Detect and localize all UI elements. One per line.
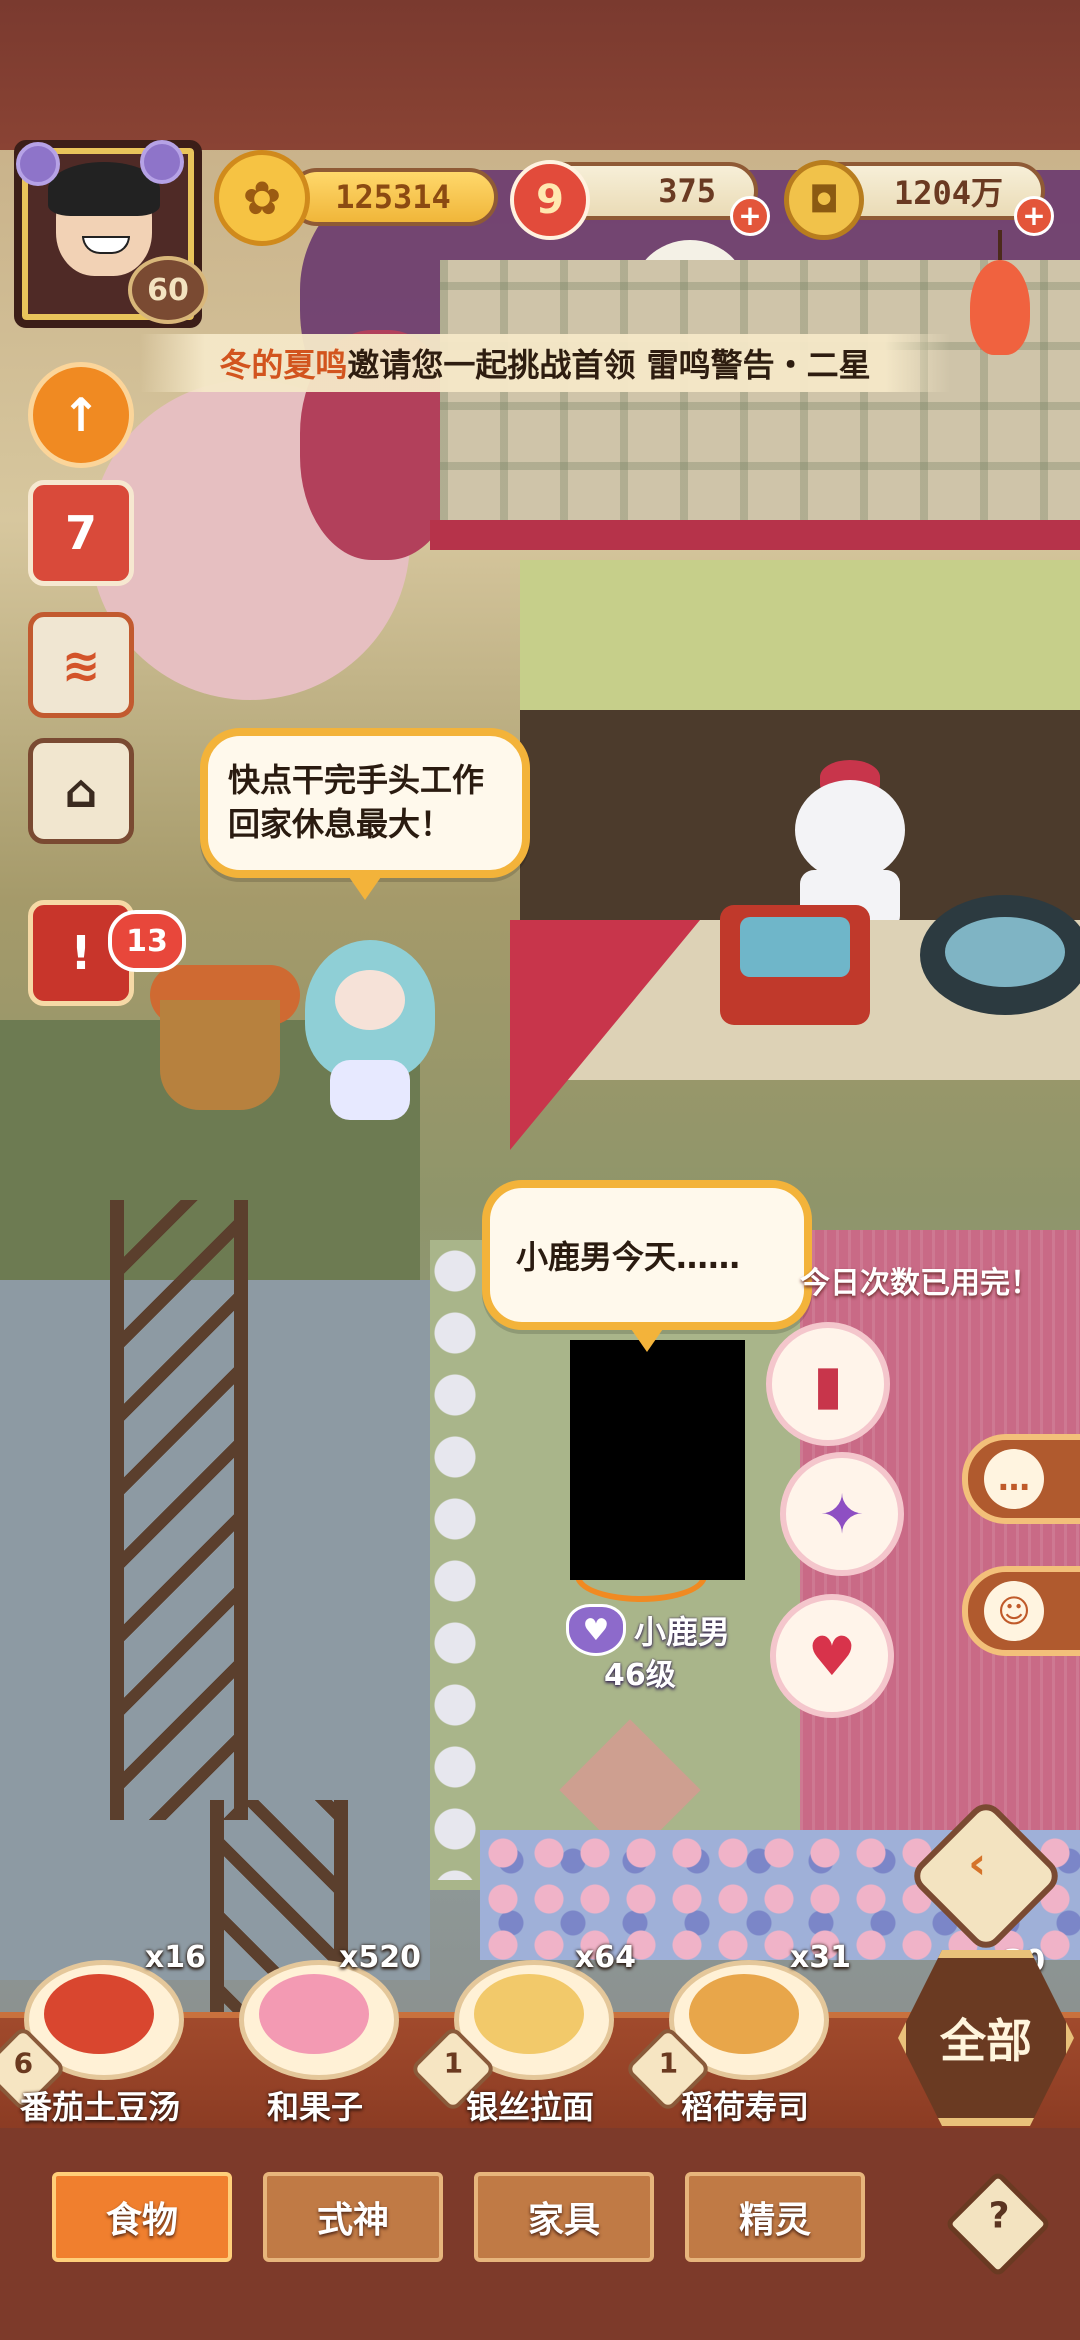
figure-icon: ☺ bbox=[984, 1581, 1044, 1641]
pan-water bbox=[945, 917, 1065, 987]
kimono-action-icon[interactable]: ✦ bbox=[780, 1452, 904, 1576]
shop-eave bbox=[430, 520, 1080, 550]
food-name: 银丝拉面 bbox=[465, 2088, 594, 2126]
tab-spirit[interactable]: 精灵 bbox=[685, 2172, 865, 2262]
flower-trellis bbox=[110, 1200, 248, 1820]
card-action-icon[interactable]: ▮ bbox=[766, 1322, 890, 1446]
food-name: 和果子 bbox=[266, 2088, 363, 2126]
player-level-badge: 60 bbox=[128, 256, 208, 324]
notification-count-badge: 13 bbox=[108, 910, 186, 972]
upgrade-arrow-icon[interactable]: ↑ bbox=[28, 362, 134, 468]
tab-food[interactable]: 食物 bbox=[52, 2172, 232, 2262]
question-icon: ? bbox=[988, 2195, 1010, 2237]
food-item-wagashi[interactable]: x520 和果子 bbox=[215, 1940, 421, 2140]
koi-banner-icon[interactable]: ≋ bbox=[28, 612, 134, 718]
dish-icon bbox=[474, 1974, 584, 2054]
dish-icon bbox=[689, 1974, 799, 2054]
tab-shikigami[interactable]: 式神 bbox=[263, 2172, 443, 2262]
banner-player-name: 冬的夏鸣 bbox=[219, 346, 348, 384]
npc-body bbox=[330, 1060, 410, 1120]
flower-border bbox=[420, 1240, 490, 1880]
chat-button[interactable]: … bbox=[962, 1434, 1080, 1524]
npc-speech-bubble: 快点干完手头工作回家休息最大！ bbox=[200, 728, 530, 900]
flower-icon bbox=[140, 140, 184, 184]
invite-banner[interactable]: 冬的夏鸣 邀请您一起挑战首领 雷鸣警告・二星 bbox=[140, 334, 950, 392]
chevron-left-icon: ‹ bbox=[968, 1838, 987, 1890]
jade-icon: 9 bbox=[510, 160, 590, 240]
food-item-inari-sushi[interactable]: x31 1 稻荷寿司 bbox=[624, 1940, 851, 2140]
gold-talisman-counter[interactable]: 125314 bbox=[288, 168, 498, 226]
flower-icon bbox=[16, 142, 60, 186]
food-item-tomato-soup[interactable]: x16 6 番茄土豆汤 bbox=[0, 1940, 206, 2140]
chrysanthemum-icon: ✿ bbox=[214, 150, 310, 246]
character-button[interactable]: ☺ bbox=[962, 1566, 1080, 1656]
food-count: x64 bbox=[574, 1940, 636, 1975]
house-icon[interactable]: ⌂ bbox=[28, 738, 134, 844]
koi-fish-ornament bbox=[960, 230, 1040, 360]
add-coins-plus-icon[interactable]: + bbox=[1014, 196, 1054, 236]
scene-top-band bbox=[0, 0, 1080, 150]
daily-limit-text: 今日次数已用完！ bbox=[800, 1266, 1040, 1301]
dish-icon bbox=[44, 1974, 154, 2054]
chat-bubble-icon: … bbox=[984, 1449, 1044, 1509]
noren-curtain bbox=[520, 560, 1080, 716]
heart-action-icon[interactable]: ♥ bbox=[770, 1594, 894, 1718]
food-count: x16 bbox=[144, 1940, 206, 1975]
dish-icon bbox=[259, 1974, 369, 2054]
calendar-icon[interactable]: 7 bbox=[28, 480, 134, 586]
player-character-redacted[interactable] bbox=[570, 1340, 745, 1580]
pot-water bbox=[740, 917, 850, 977]
npc-face bbox=[335, 970, 405, 1030]
food-count: x520 bbox=[339, 1940, 421, 1975]
chef-head bbox=[795, 780, 905, 880]
add-jade-plus-icon[interactable]: + bbox=[730, 196, 770, 236]
vegetable-basket bbox=[160, 1000, 280, 1110]
ornament-string bbox=[998, 230, 1002, 260]
player-speech-bubble: 小鹿男今天…… bbox=[482, 1180, 812, 1352]
player-name: 小鹿男 bbox=[634, 1613, 731, 1651]
food-item-ramen[interactable]: x64 1 银丝拉面 bbox=[409, 1940, 636, 2140]
food-name: 稻荷寿司 bbox=[680, 2088, 809, 2126]
player-nameplate: ♥ 小鹿男 bbox=[566, 1604, 730, 1656]
fish-icon bbox=[970, 260, 1030, 355]
npc-character[interactable] bbox=[305, 920, 435, 1120]
player-level: 46级 bbox=[604, 1658, 676, 1693]
food-count: x31 bbox=[789, 1940, 851, 1975]
cooking-pot[interactable] bbox=[720, 905, 870, 1025]
coin-icon: ◘ bbox=[784, 160, 864, 240]
banner-message: 邀请您一起挑战首领 雷鸣警告・二星 bbox=[347, 346, 871, 384]
food-name: 番茄土豆汤 bbox=[19, 2088, 180, 2126]
tab-furniture[interactable]: 家具 bbox=[474, 2172, 654, 2262]
heart-icon: ♥ bbox=[566, 1604, 626, 1656]
frying-pan[interactable] bbox=[920, 895, 1080, 1015]
